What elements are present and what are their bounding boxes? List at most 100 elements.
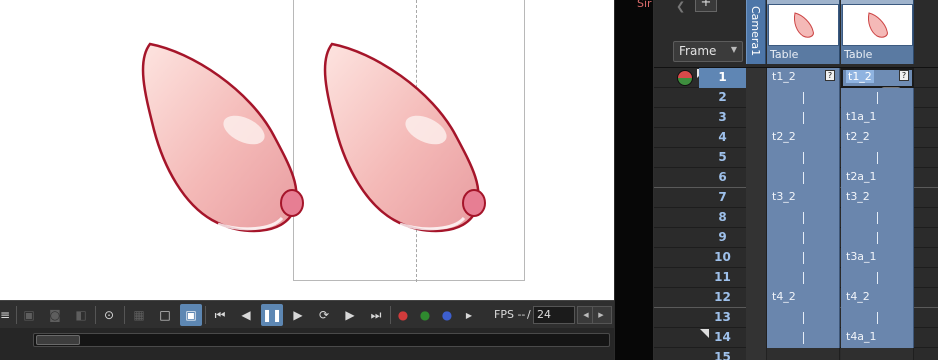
white-bg-icon[interactable]: □ — [154, 304, 176, 326]
xsheet-cell[interactable] — [767, 88, 840, 108]
xsheet-cell[interactable]: t2a_1 — [841, 168, 914, 188]
frame-number[interactable]: 13 — [699, 308, 746, 328]
frame-dropdown[interactable]: Frame ▼ — [673, 41, 743, 62]
toolbar-separator — [95, 306, 96, 324]
xsheet-cell[interactable]: t2_2 — [841, 128, 914, 148]
xsheet-cell[interactable] — [767, 248, 840, 268]
camera-cell[interactable] — [746, 128, 767, 148]
loop-icon[interactable]: ⟳ — [313, 304, 335, 326]
frame-slider-thumb[interactable] — [36, 335, 80, 345]
xsheet-row: 9 — [654, 228, 938, 248]
frame-number[interactable]: 14 — [699, 328, 746, 348]
xsheet-cell[interactable] — [767, 228, 840, 248]
camera-cell[interactable] — [746, 188, 767, 208]
camera-cell[interactable] — [746, 328, 767, 348]
menu-icon[interactable]: ≡ — [0, 304, 16, 326]
frame-number[interactable]: 11 — [699, 268, 746, 288]
xsheet-cell[interactable] — [841, 308, 914, 328]
xsheet-cell[interactable] — [841, 268, 914, 288]
compare-icon[interactable]: ◧ — [70, 304, 92, 326]
panel-divider[interactable]: Sir — [614, 0, 655, 360]
last-frame-icon[interactable]: ⏭ — [365, 304, 387, 326]
xsheet-cell[interactable]: t1a_1 — [841, 108, 914, 128]
drawing-left — [141, 42, 304, 233]
camera-icon[interactable]: ◙ — [44, 304, 66, 326]
xsheet-cell[interactable]: t2_2 — [767, 128, 840, 148]
camera-cell[interactable] — [746, 148, 767, 168]
xsheet-row: 5 — [654, 148, 938, 168]
xsheet-cell[interactable] — [767, 328, 840, 348]
camera-cell[interactable] — [746, 68, 767, 88]
fps-stepper-up-icon[interactable]: ▶ — [592, 306, 612, 324]
frame-number[interactable]: 3 — [699, 108, 746, 128]
frame-number[interactable]: 1 — [699, 68, 746, 88]
next-frame-icon[interactable]: ▶ — [339, 304, 361, 326]
frame-number[interactable]: 2 — [699, 88, 746, 108]
checker-bg-icon[interactable]: ▦ — [128, 304, 150, 326]
frame-number[interactable]: 8 — [699, 208, 746, 228]
camera-cell[interactable] — [746, 168, 767, 188]
save-icon[interactable]: ▣ — [18, 304, 40, 326]
xsheet-cell[interactable] — [767, 208, 840, 228]
xsheet-cell[interactable] — [841, 88, 914, 108]
camera-cell[interactable] — [746, 308, 767, 328]
camera-cell[interactable] — [746, 208, 767, 228]
xsheet-cell[interactable] — [841, 228, 914, 248]
column-header-1[interactable]: Table — [767, 0, 840, 64]
camera-cell[interactable] — [746, 248, 767, 268]
xsheet-cell[interactable] — [841, 348, 914, 360]
play-icon[interactable]: ▶ — [287, 304, 309, 326]
camera-cell[interactable] — [746, 288, 767, 308]
preview-icon[interactable]: ⊙ — [98, 304, 120, 326]
xsheet-cell[interactable]: t4_2 — [841, 288, 914, 308]
frame-number[interactable]: 4 — [699, 128, 746, 148]
black-bg-icon[interactable]: ▣ — [180, 304, 202, 326]
xsheet-cell[interactable]: t3_2 — [767, 188, 840, 208]
frame-number[interactable]: 6 — [699, 168, 746, 188]
camera-column-header[interactable]: Camera1 — [746, 0, 766, 64]
column-header-2[interactable]: Table — [841, 0, 914, 64]
frame-number[interactable]: 7 — [699, 188, 746, 208]
camera-cell[interactable] — [746, 108, 767, 128]
frame-number[interactable]: 15 — [699, 348, 746, 360]
camera-cell[interactable] — [746, 228, 767, 248]
camera-cell[interactable] — [746, 88, 767, 108]
green-channel-icon[interactable]: ● — [414, 304, 436, 326]
onion-skin-icon[interactable] — [677, 70, 693, 86]
frame-slider-track[interactable] — [33, 333, 610, 347]
xsheet-cell[interactable]: t1_2? — [841, 68, 914, 94]
xsheet-cell[interactable]: t4_2 — [767, 288, 840, 308]
xsheet-cell[interactable] — [767, 108, 840, 128]
camera-cell[interactable] — [746, 348, 767, 360]
prev-frame-icon[interactable]: ◀ — [235, 304, 257, 326]
chevron-left-icon[interactable]: ❮ — [676, 0, 685, 13]
red-channel-icon[interactable]: ● — [392, 304, 414, 326]
xsheet-cell[interactable] — [767, 268, 840, 288]
first-frame-icon[interactable]: ⏮ — [209, 304, 231, 326]
camera-cell[interactable] — [746, 268, 767, 288]
xsheet-cell[interactable] — [841, 208, 914, 228]
xsheet-cell[interactable]: t1_2? — [767, 68, 840, 88]
keyframe-icon[interactable]: ? — [825, 70, 835, 81]
xsheet-cell[interactable] — [841, 148, 914, 168]
add-column-button[interactable]: + — [695, 0, 717, 12]
frame-number[interactable]: 12 — [699, 288, 746, 308]
xsheet-cell[interactable] — [767, 148, 840, 168]
viewer-canvas[interactable] — [0, 0, 614, 300]
xsheet-cell[interactable] — [767, 168, 840, 188]
cell-label: t1a_1 — [846, 110, 877, 123]
xsheet-cell[interactable] — [767, 348, 840, 360]
frame-number[interactable]: 9 — [699, 228, 746, 248]
keyframe-icon[interactable]: ? — [899, 70, 909, 81]
toolbar-overflow-icon[interactable]: ▶ — [458, 304, 480, 326]
frame-number[interactable]: 5 — [699, 148, 746, 168]
hold-line — [803, 212, 804, 224]
pause-icon[interactable]: ❚❚ — [261, 304, 283, 326]
xsheet-cell[interactable]: t3_2 — [841, 188, 914, 208]
fps-input[interactable]: 24 — [533, 306, 575, 324]
blue-channel-icon[interactable]: ● — [436, 304, 458, 326]
xsheet-cell[interactable]: t4a_1 — [841, 328, 914, 348]
xsheet-cell[interactable] — [767, 308, 840, 328]
frame-number[interactable]: 10 — [699, 248, 746, 268]
xsheet-cell[interactable]: t3a_1 — [841, 248, 914, 268]
